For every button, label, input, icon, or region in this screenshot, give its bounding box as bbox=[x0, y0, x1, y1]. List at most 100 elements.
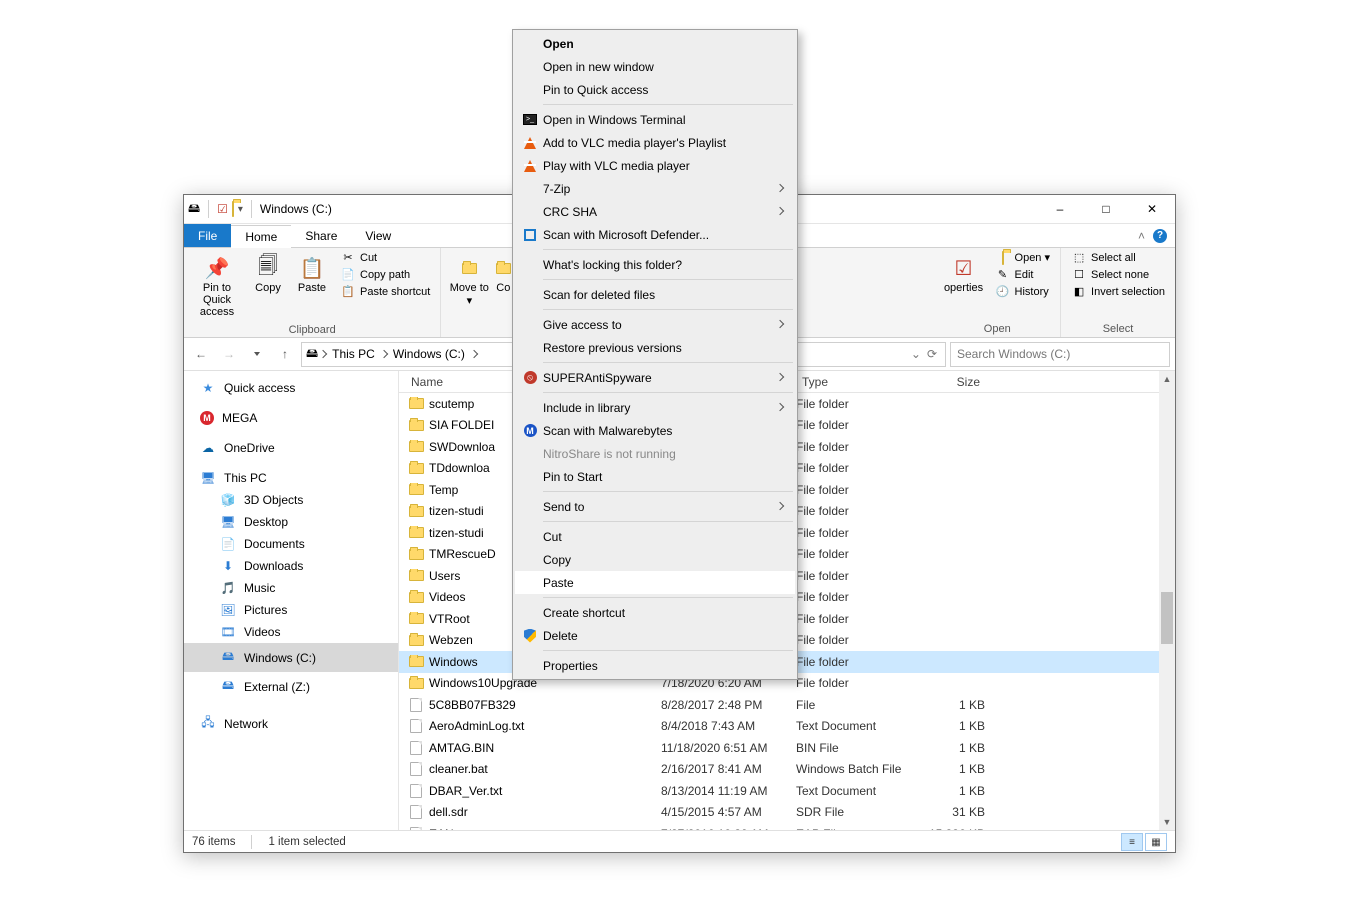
minimize-button[interactable]: – bbox=[1037, 195, 1083, 224]
nav-mega[interactable]: MMEGA bbox=[184, 407, 398, 429]
table-row[interactable]: cleaner.bat2/16/2017 8:41 AMWindows Batc… bbox=[399, 759, 1159, 781]
close-button[interactable]: ✕ bbox=[1129, 195, 1175, 224]
copy-to-button[interactable]: Co bbox=[495, 250, 511, 298]
nav-this-pc[interactable]: 🖥This PC bbox=[184, 467, 398, 489]
context-menu-item[interactable]: Properties bbox=[515, 654, 795, 677]
nav-child-item[interactable]: 🖴Windows (C:) bbox=[184, 643, 398, 672]
context-menu-item[interactable]: Scan for deleted files bbox=[515, 283, 795, 306]
context-menu-item[interactable]: Restore previous versions bbox=[515, 336, 795, 359]
scroll-up-icon[interactable]: ▲ bbox=[1159, 371, 1175, 387]
context-menu-item[interactable]: Create shortcut bbox=[515, 601, 795, 624]
vertical-scrollbar[interactable]: ▲ ▼ bbox=[1159, 371, 1175, 830]
icons-view-button[interactable]: ▦ bbox=[1145, 833, 1167, 851]
nav-network[interactable]: 🖧Network bbox=[184, 709, 398, 738]
context-menu-item[interactable]: Scan with Microsoft Defender... bbox=[515, 223, 795, 246]
breadcrumb-item[interactable]: This PC bbox=[328, 347, 379, 361]
table-row[interactable]: 5C8BB07FB3298/28/2017 2:48 PMFile1 KB bbox=[399, 694, 1159, 716]
context-menu-item[interactable]: What's locking this folder? bbox=[515, 253, 795, 276]
context-menu-item[interactable]: Give access to bbox=[515, 313, 795, 336]
context-menu-item[interactable]: Delete bbox=[515, 624, 795, 647]
nav-child-item[interactable]: 📄Documents bbox=[184, 533, 398, 555]
select-all-button[interactable]: ⬚Select all bbox=[1067, 250, 1169, 265]
table-row[interactable]: AMTAG.BIN11/18/2020 6:51 AMBIN File1 KB bbox=[399, 737, 1159, 759]
details-view-button[interactable]: ≡ bbox=[1121, 833, 1143, 851]
nav-quick-access[interactable]: ★Quick access bbox=[184, 377, 398, 399]
table-row[interactable]: AeroAdminLog.txt8/4/2018 7:43 AMText Doc… bbox=[399, 716, 1159, 738]
nav-child-item[interactable]: 🖥Desktop bbox=[184, 511, 398, 533]
address-dropdown-icon[interactable]: ⌄ bbox=[911, 347, 921, 361]
select-none-button[interactable]: ☐Select none bbox=[1067, 267, 1169, 282]
context-menu-item[interactable]: Open bbox=[515, 32, 795, 55]
new-folder-icon[interactable] bbox=[232, 202, 234, 216]
context-menu-item[interactable]: Copy bbox=[515, 548, 795, 571]
copy-path-button[interactable]: 📄Copy path bbox=[336, 267, 434, 282]
help-icon[interactable]: ? bbox=[1153, 229, 1167, 243]
nav-recent-button[interactable] bbox=[245, 342, 269, 366]
move-to-button[interactable]: Move to ▾ bbox=[447, 250, 491, 311]
chevron-right-icon[interactable] bbox=[381, 349, 387, 360]
edit-button[interactable]: ✎Edit bbox=[991, 267, 1055, 282]
nav-forward-button[interactable]: → bbox=[217, 342, 241, 366]
context-menu-item[interactable]: Send to bbox=[515, 495, 795, 518]
drive-icon: 🖴 bbox=[306, 344, 318, 365]
properties-label: operties bbox=[944, 282, 983, 294]
nav-child-item[interactable]: 🎞Videos bbox=[184, 621, 398, 643]
properties-icon[interactable]: ☑ bbox=[217, 202, 228, 216]
tab-file[interactable]: File bbox=[184, 224, 231, 247]
file-name: Webzen bbox=[429, 633, 473, 647]
context-menu-item[interactable]: Cut bbox=[515, 525, 795, 548]
context-menu-item[interactable]: CRC SHA bbox=[515, 200, 795, 223]
pin-to-quick-access-button[interactable]: 📌 Pin to Quick access bbox=[190, 250, 244, 322]
context-menu-item[interactable]: Paste bbox=[515, 571, 795, 594]
refresh-icon[interactable]: ⟳ bbox=[923, 347, 941, 361]
context-menu-item[interactable]: Play with VLC media player bbox=[515, 154, 795, 177]
properties-button[interactable]: ☑ operties bbox=[941, 250, 987, 298]
nav-label: Documents bbox=[244, 537, 305, 551]
qat-customize-icon[interactable]: ▾ bbox=[238, 204, 243, 215]
context-menu-item[interactable]: 7-Zip bbox=[515, 177, 795, 200]
table-row[interactable]: dell.sdr4/15/2015 4:57 AMSDR File31 KB bbox=[399, 802, 1159, 824]
history-button[interactable]: 🕘History bbox=[991, 284, 1055, 299]
nav-child-item[interactable]: ⬇Downloads bbox=[184, 555, 398, 577]
collapse-ribbon-icon[interactable]: ˄ bbox=[1138, 229, 1145, 243]
context-menu-item[interactable]: Open in new window bbox=[515, 55, 795, 78]
table-row[interactable]: EANew.eap7/27/2016 10:39 AMEAP File15,33… bbox=[399, 823, 1159, 830]
nav-child-item[interactable]: 🖴External (Z:) bbox=[184, 672, 398, 701]
column-header-size[interactable]: Size bbox=[909, 375, 989, 389]
paste-button[interactable]: 📋 Paste bbox=[292, 250, 332, 298]
paste-shortcut-button[interactable]: 📋Paste shortcut bbox=[336, 284, 434, 299]
chevron-right-icon[interactable] bbox=[471, 349, 477, 360]
table-row[interactable]: DBAR_Ver.txt8/13/2014 11:19 AMText Docum… bbox=[399, 780, 1159, 802]
tab-share[interactable]: Share bbox=[291, 224, 351, 247]
nav-child-item[interactable]: 🧊3D Objects bbox=[184, 489, 398, 511]
context-menu-item[interactable]: Pin to Quick access bbox=[515, 78, 795, 101]
context-menu-item[interactable]: ⦸SUPERAntiSpyware bbox=[515, 366, 795, 389]
nav-up-button[interactable]: ↑ bbox=[273, 342, 297, 366]
monitor-icon: 🖥 bbox=[200, 471, 216, 485]
tab-home[interactable]: Home bbox=[231, 225, 291, 248]
scroll-track[interactable] bbox=[1159, 387, 1175, 814]
context-menu-item[interactable]: Add to VLC media player's Playlist bbox=[515, 131, 795, 154]
column-header-type[interactable]: Type bbox=[794, 375, 909, 389]
context-menu-item[interactable]: Include in library bbox=[515, 396, 795, 419]
tab-view[interactable]: View bbox=[351, 224, 405, 247]
chevron-right-icon[interactable] bbox=[320, 349, 326, 360]
scroll-down-icon[interactable]: ▼ bbox=[1159, 814, 1175, 830]
maximize-button[interactable]: □ bbox=[1083, 195, 1129, 224]
cut-button[interactable]: ✂Cut bbox=[336, 250, 434, 265]
nav-child-item[interactable]: 🎵Music bbox=[184, 577, 398, 599]
breadcrumb-item[interactable]: Windows (C:) bbox=[389, 347, 469, 361]
nav-back-button[interactable]: ← bbox=[189, 342, 213, 366]
nav-child-item[interactable]: 🖼Pictures bbox=[184, 599, 398, 621]
scroll-thumb[interactable] bbox=[1161, 592, 1173, 644]
nav-onedrive[interactable]: ☁OneDrive bbox=[184, 437, 398, 459]
context-menu-item[interactable]: >_Open in Windows Terminal bbox=[515, 108, 795, 131]
invert-selection-button[interactable]: ◧Invert selection bbox=[1067, 284, 1169, 299]
file-size: 1 KB bbox=[911, 741, 991, 755]
context-menu-item[interactable]: MScan with Malwarebytes bbox=[515, 419, 795, 442]
context-menu-item[interactable]: Pin to Start bbox=[515, 465, 795, 488]
search-input[interactable]: Search Windows (C:) bbox=[950, 342, 1170, 367]
open-button[interactable]: Open ▾ bbox=[991, 250, 1055, 265]
file-date: 4/15/2015 4:57 AM bbox=[661, 805, 796, 819]
copy-button[interactable]: 🗐 Copy bbox=[248, 250, 288, 298]
